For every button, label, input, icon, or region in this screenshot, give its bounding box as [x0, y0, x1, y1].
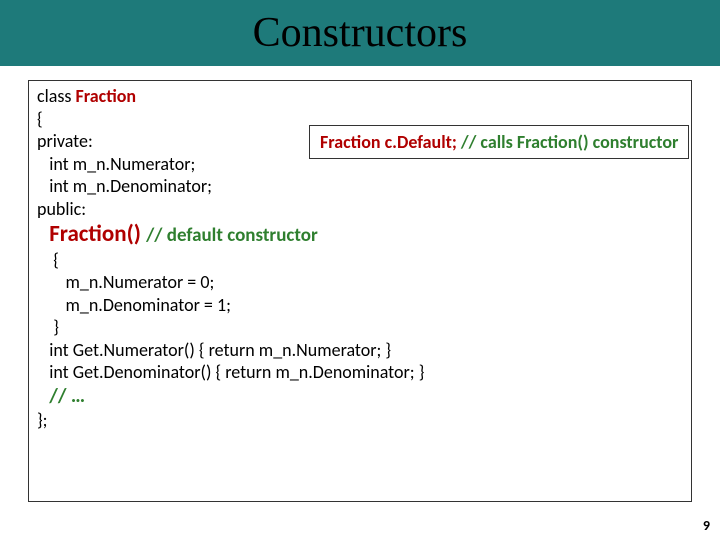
page-number: 9	[703, 517, 710, 534]
slide-title: Constructors	[253, 9, 468, 57]
callout-box: Fraction c.Default; // calls Fraction() …	[309, 125, 689, 159]
title-bar: Constructors	[0, 0, 720, 66]
code-box: class Fraction { private: int m_n.Numera…	[28, 80, 692, 502]
callout-code: Fraction c.Default;	[320, 131, 461, 153]
callout-comment: // calls Fraction() constructor	[461, 131, 679, 153]
